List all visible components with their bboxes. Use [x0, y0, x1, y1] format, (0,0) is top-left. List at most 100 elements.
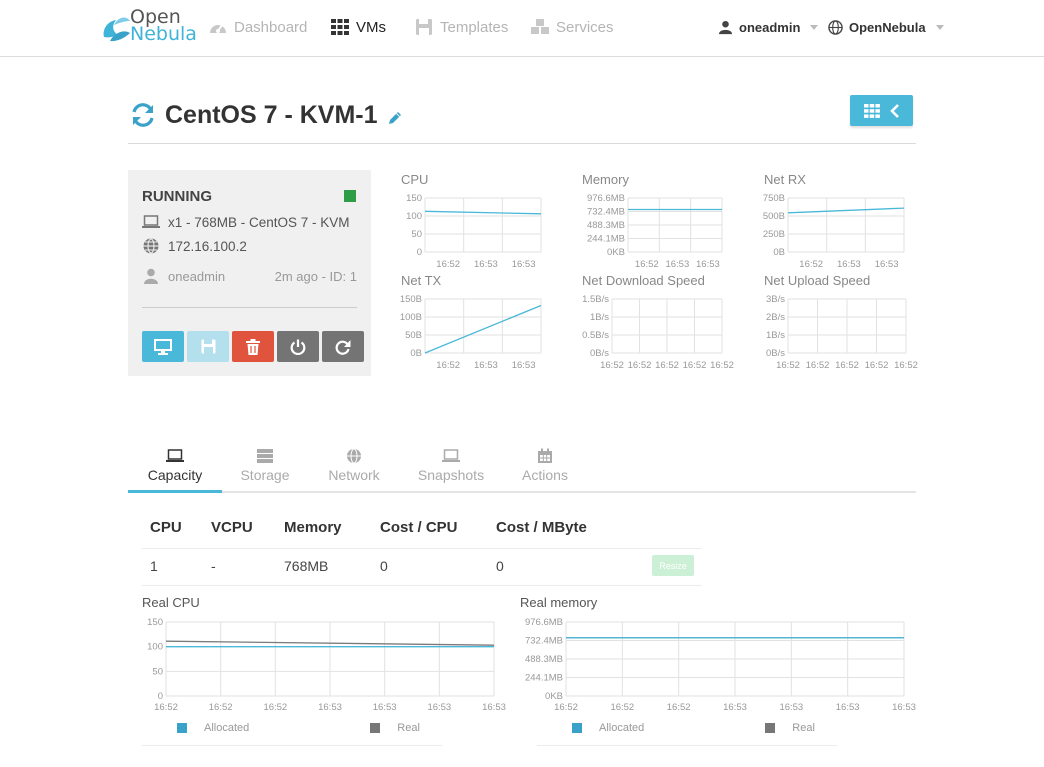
chart-plot: 976.6MB732.4MB488.3MB244.1MB0KB16:52 16:5… — [525, 617, 916, 713]
tab-network-label: Network — [328, 467, 380, 483]
col-header-cost-cpu: Cost / CPU — [380, 519, 458, 536]
y-tick-label: 3B/s — [766, 294, 785, 305]
vm-state: RUNNING — [142, 188, 212, 205]
nav-vms-label: VMs — [356, 18, 386, 36]
user-icon — [718, 20, 733, 34]
y-tick-label: 976.6MB — [525, 617, 563, 628]
resize-button[interactable]: Resize — [652, 555, 694, 576]
y-tick-label: 0KB — [545, 691, 563, 702]
delete-vm-button[interactable] — [232, 331, 274, 362]
x-tick-label: 16:52 — [436, 259, 460, 270]
chart-plot: 750B 500B 250B 0B 16:52 16:53 16:53 — [763, 193, 905, 270]
user-icon — [144, 268, 158, 284]
zone-menu[interactable]: OpenNebula — [828, 17, 944, 37]
col-header-memory: Memory — [284, 519, 342, 536]
legend-divider-mem — [537, 745, 837, 746]
real-swatch — [765, 723, 776, 733]
laptop-icon — [142, 215, 160, 228]
nav-dashboard[interactable]: Dashboard — [208, 17, 307, 37]
y-tick-label: 0B — [410, 348, 422, 359]
grid-icon — [331, 19, 349, 35]
y-tick-label: 732.4MB — [525, 636, 563, 647]
table-row-divider — [142, 585, 702, 586]
x-tick-label: 16:52 — [436, 360, 460, 371]
tab-storage[interactable]: Storage — [222, 445, 308, 493]
cloud-logo-icon — [103, 17, 130, 42]
y-tick-label: 488.3MB — [587, 220, 625, 231]
y-tick-label: 150 — [147, 617, 163, 628]
active-tab-indicator — [128, 490, 222, 493]
cubes-icon — [531, 19, 549, 34]
cell-cpu: 1 — [150, 558, 158, 574]
vm-detail-tabs: Capacity Storage Network Snapshots Actio… — [128, 445, 916, 493]
nav-templates-label: Templates — [440, 18, 509, 36]
x-tick-label: 16:53 — [318, 702, 342, 713]
tab-snapshots[interactable]: Snapshots — [400, 445, 502, 493]
save-as-template-button[interactable] — [187, 331, 229, 362]
legend-real: Real — [397, 722, 420, 734]
legend-allocated: Allocated — [204, 722, 250, 734]
vm-owner-row: oneadmin — [142, 268, 225, 284]
pencil-icon[interactable] — [387, 110, 403, 126]
net-download-speed-chart: Net Download Speed 1.5B/s 1B/s 0.5B/s 0B/s 16… — [582, 273, 742, 371]
tab-snapshots-label: Snapshots — [417, 467, 485, 483]
y-tick-label: 0B/s — [590, 348, 609, 359]
user-menu[interactable]: oneadmin — [718, 17, 819, 37]
laptop-icon — [442, 449, 460, 462]
y-tick-label: 50 — [152, 666, 163, 677]
vm-ip: 172.16.100.2 — [168, 238, 247, 254]
globe-icon — [143, 238, 159, 254]
y-tick-label: 732.4MB — [587, 207, 625, 218]
y-tick-label: 976.6MB — [587, 193, 625, 204]
y-tick-label: 150 — [406, 193, 422, 204]
y-tick-label: 150B — [400, 294, 422, 305]
power-off-button[interactable] — [277, 331, 319, 362]
x-tick-label: 16:52 — [865, 360, 889, 371]
nav-services[interactable]: Services — [530, 17, 614, 37]
x-tick-label: 16:52 — [776, 360, 800, 371]
user-name: oneadmin — [739, 19, 801, 35]
refresh-icon[interactable] — [130, 102, 156, 128]
reboot-button[interactable] — [322, 331, 364, 362]
x-tick-label: 16:53 — [836, 702, 860, 713]
tab-actions[interactable]: Actions — [502, 445, 588, 493]
card-divider — [142, 307, 357, 308]
y-tick-label: 0B/s — [766, 348, 785, 359]
y-tick-label: 244.1MB — [587, 234, 625, 245]
y-tick-label: 1B/s — [766, 330, 785, 341]
chart-plot: 150B 100B 50B 0B 16:52 16:53 16:53 — [400, 294, 542, 371]
x-tick-label: 16:52 — [683, 360, 707, 371]
nav-vms[interactable]: VMs — [330, 17, 386, 37]
opennebula-logo[interactable]: Open Nebula — [100, 8, 197, 47]
x-tick-label: 16:52 — [667, 702, 691, 713]
allocated-swatch — [177, 723, 187, 733]
x-tick-label: 16:52 — [263, 702, 287, 713]
dashboard-gauge-icon — [210, 24, 226, 33]
globe-icon — [828, 19, 843, 35]
nav-templates[interactable]: Templates — [414, 17, 508, 37]
y-tick-label: 244.1MB — [525, 673, 563, 684]
tab-capacity[interactable]: Capacity — [128, 445, 222, 493]
x-tick-label: 16:52 — [209, 702, 233, 713]
y-tick-label: 50 — [411, 229, 422, 240]
title-divider — [128, 143, 916, 144]
x-tick-label: 16:53 — [427, 702, 451, 713]
x-tick-label: 16:53 — [373, 702, 397, 713]
vm-info-card: RUNNING x1 - 768MB - CentOS 7 - KVM 172.… — [128, 170, 371, 376]
vm-meta: 2m ago - ID: 1 — [274, 269, 357, 284]
desktop-icon — [154, 338, 172, 355]
x-tick-label: 16:52 — [799, 259, 823, 270]
redo-icon — [335, 339, 351, 355]
tab-network[interactable]: Network — [308, 445, 400, 493]
vnc-console-button[interactable] — [142, 331, 184, 362]
vm-summary: x1 - 768MB - CentOS 7 - KVM — [168, 214, 350, 230]
y-tick-label: 0 — [417, 247, 422, 258]
cell-cost-cpu: 0 — [380, 558, 388, 574]
net-rx-chart: Net RX 750B 500B 250B 0B 16:52 16:53 16:53 — [763, 172, 914, 270]
y-tick-label: 2B/s — [766, 312, 785, 323]
real-cpu-chart: Real CPU 150 100 50 0 16:52 16:52 16:52 16:53 16:… — [142, 595, 512, 715]
y-tick-label: 750B — [763, 193, 785, 204]
back-to-list-button[interactable] — [850, 95, 913, 126]
trash-icon — [246, 338, 260, 355]
cell-memory: 768MB — [284, 558, 329, 574]
